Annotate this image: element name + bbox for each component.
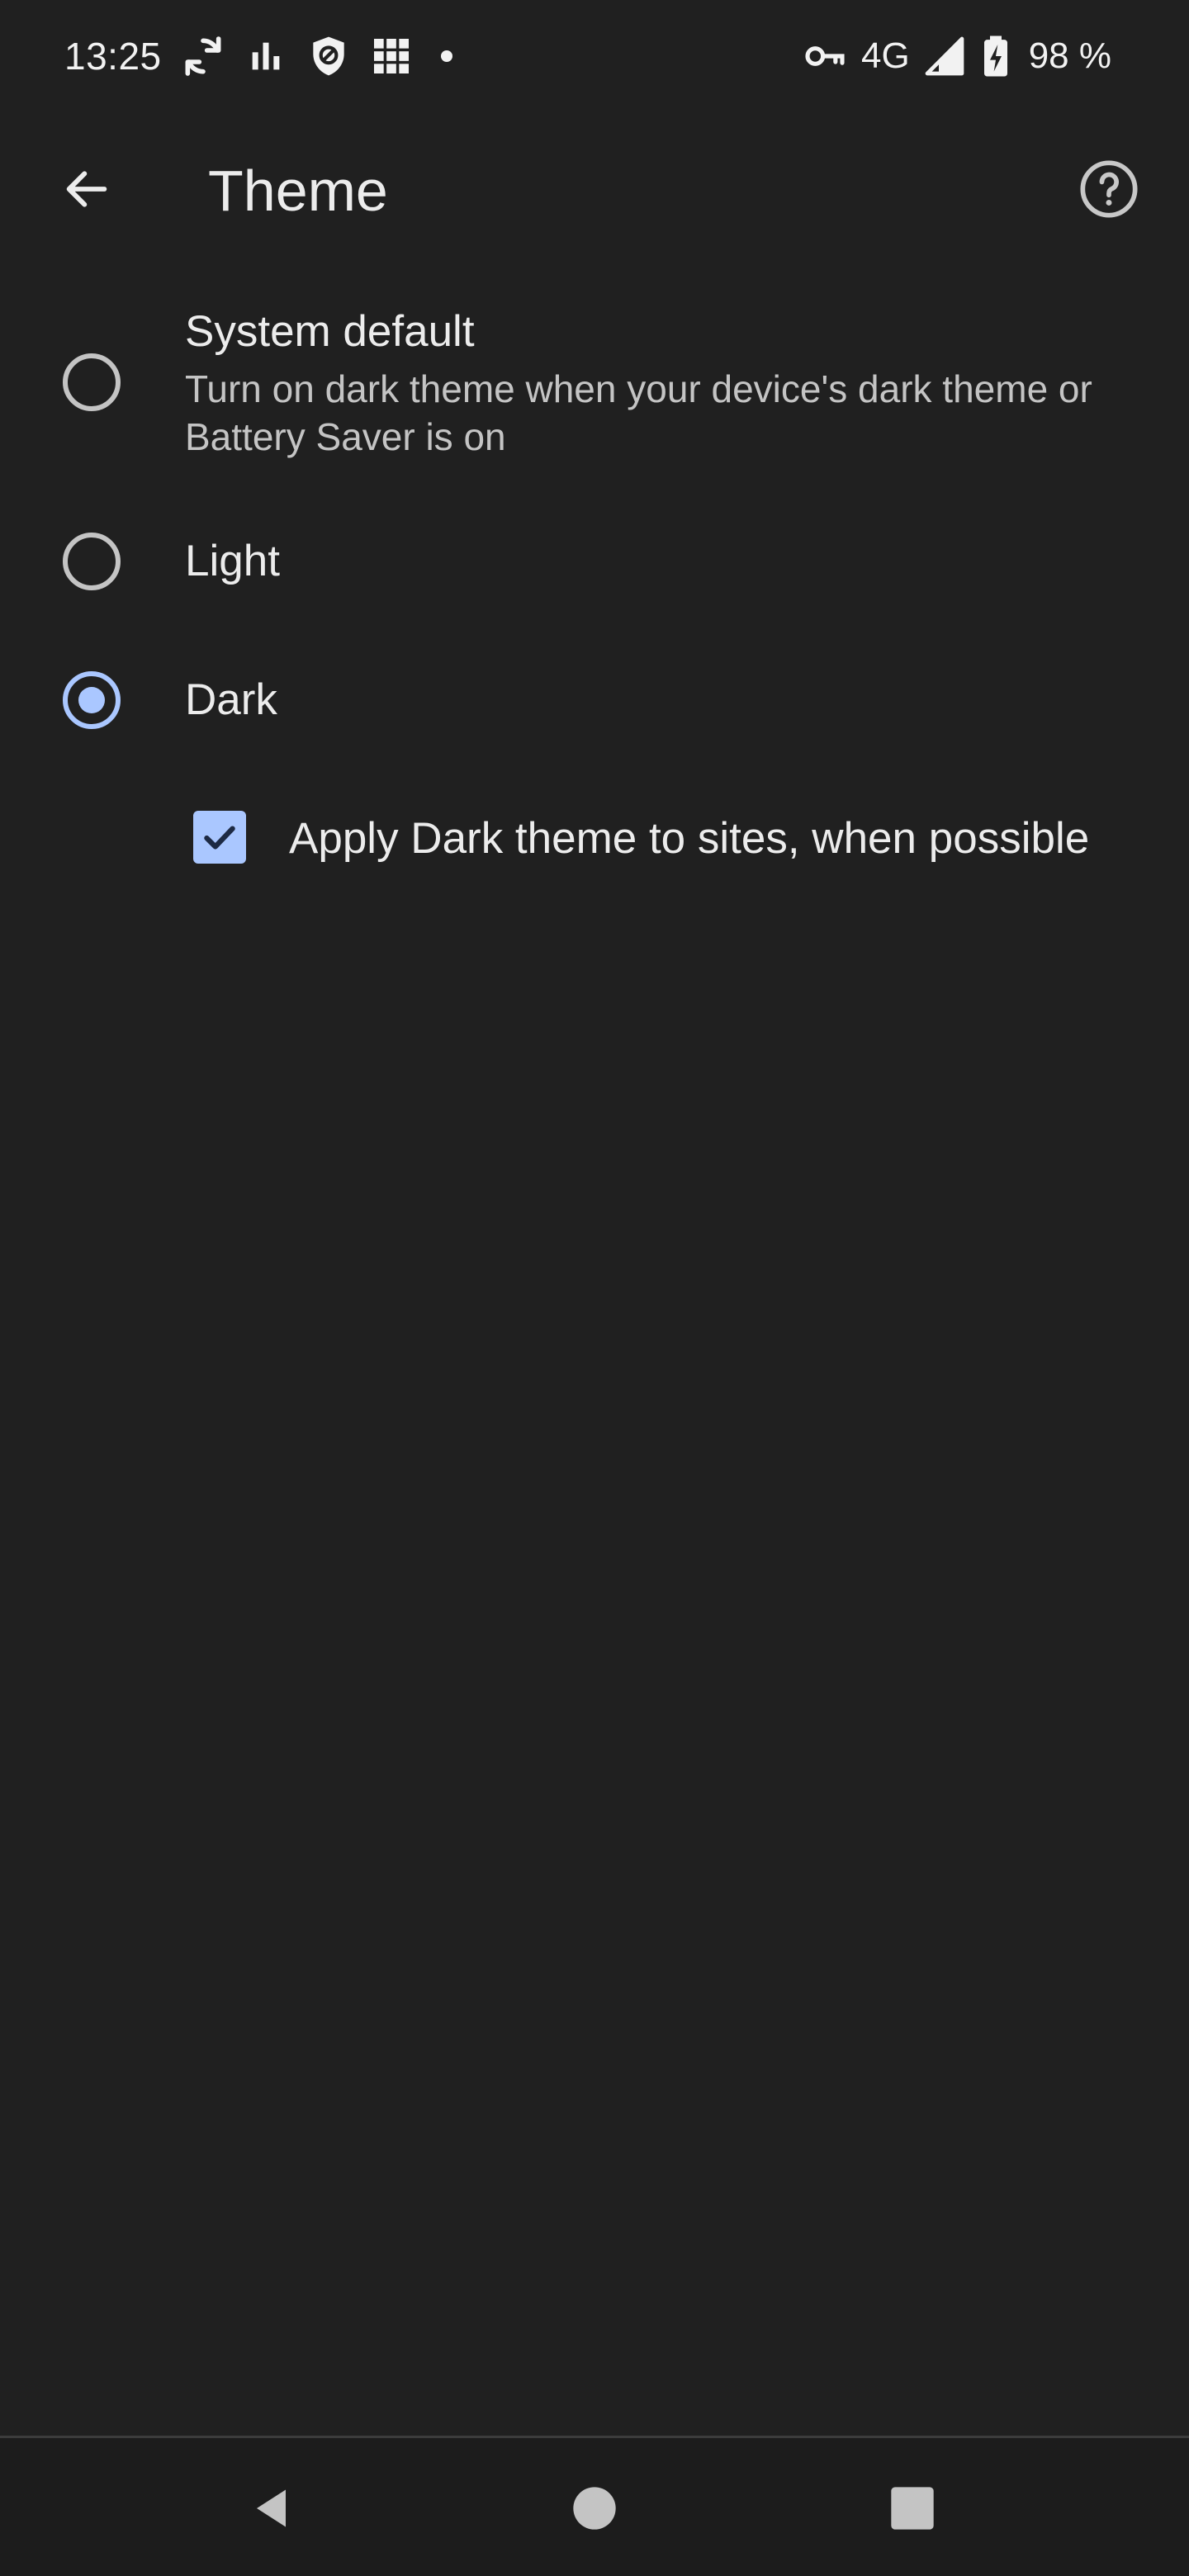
- vpn-key-icon: [805, 46, 845, 66]
- theme-option-light[interactable]: Light: [0, 512, 1189, 611]
- option-label: Dark: [185, 675, 277, 724]
- option-label: Light: [185, 537, 280, 585]
- nav-back-button[interactable]: [220, 2455, 327, 2562]
- back-triangle-icon: [257, 2489, 286, 2527]
- dark-sites-label[interactable]: Apply Dark theme to sites, when possible: [289, 812, 1089, 865]
- radio-light[interactable]: [63, 533, 121, 590]
- theme-option-system-default[interactable]: System default Turn on dark theme when y…: [0, 297, 1189, 471]
- app-bar: Theme: [0, 112, 1189, 266]
- status-clock: 13:25: [64, 35, 162, 78]
- recents-square-icon: [891, 2487, 934, 2530]
- status-bar-right: 4G 98 %: [802, 28, 1111, 84]
- option-label: System default: [185, 307, 475, 356]
- sync-icon: [185, 36, 221, 76]
- checkmark-icon: [204, 826, 235, 850]
- arrow-back-icon: [66, 171, 107, 207]
- network-type: 4G: [861, 36, 910, 76]
- radio-dark[interactable]: [63, 671, 121, 729]
- option-summary: Turn on dark theme when your device's da…: [185, 367, 1092, 458]
- help-icon: [1080, 160, 1138, 218]
- nav-recents-button[interactable]: [859, 2455, 966, 2562]
- notification-dot-icon: [440, 50, 452, 62]
- back-button[interactable]: [41, 144, 132, 234]
- status-bar: 13:25 4G 98 %: [0, 0, 1189, 112]
- battery-percentage: 98 %: [1028, 36, 1111, 76]
- navigation-bar: [0, 2438, 1189, 2576]
- radio-system-default[interactable]: [63, 353, 121, 411]
- grid-icon: [373, 39, 409, 73]
- help-button[interactable]: [1063, 144, 1154, 234]
- signal-icon: [925, 36, 964, 76]
- dark-sites-checkbox[interactable]: [193, 811, 246, 864]
- battery-charging-icon: [983, 36, 1007, 77]
- shield-icon: [312, 36, 344, 76]
- theme-option-dark[interactable]: Dark: [0, 651, 1189, 750]
- home-circle-icon: [573, 2487, 616, 2530]
- status-bar-left: 13:25: [64, 28, 452, 84]
- bar-chart-icon: [252, 42, 279, 70]
- nav-home-button[interactable]: [541, 2455, 648, 2562]
- page-title: Theme: [208, 159, 388, 223]
